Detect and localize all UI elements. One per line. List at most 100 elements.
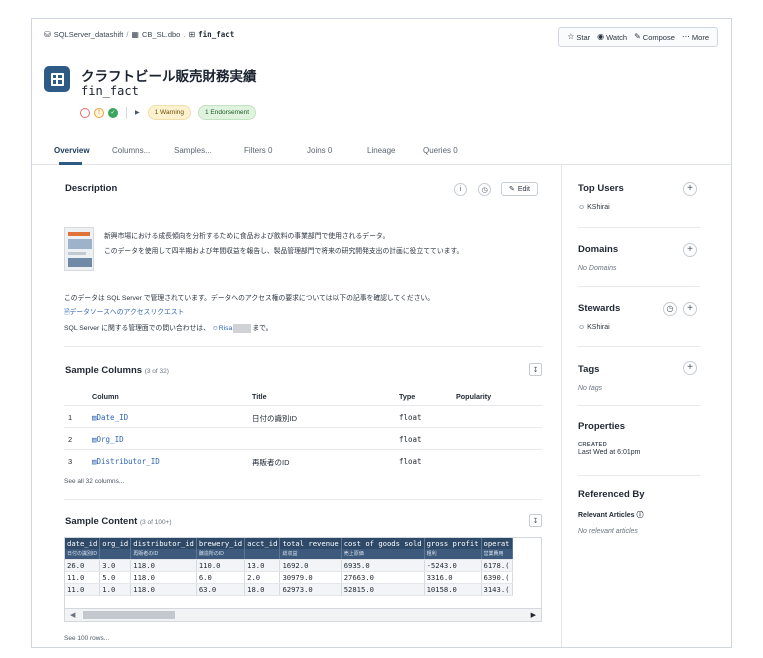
sidebar-divider bbox=[578, 405, 700, 406]
content-header-cell[interactable]: org_id bbox=[99, 538, 132, 549]
download-icon[interactable]: ↧ bbox=[529, 514, 542, 527]
relevant-articles-text: Relevant Articles bbox=[578, 512, 635, 519]
pencil-icon: ✎ bbox=[634, 32, 641, 41]
contact-suffix: まで。 bbox=[252, 325, 273, 332]
user-icon: ☺ bbox=[211, 325, 219, 332]
app-window: ⛁ SQLServer_datashift / ▦ CB_SL.dbo . ⊞ … bbox=[31, 18, 732, 648]
column-name-link[interactable]: ▤Distributor_ID bbox=[92, 457, 160, 466]
content-subheader-cell: 粗利 bbox=[424, 549, 482, 560]
watch-button[interactable]: ◉ Watch bbox=[597, 33, 627, 42]
endorsed-status-icon[interactable]: ✓ bbox=[108, 107, 118, 118]
tags-empty: No tags bbox=[578, 385, 603, 392]
column-name: Date_ID bbox=[96, 413, 129, 422]
content-header-cell[interactable]: distributor_id bbox=[130, 538, 197, 549]
scroll-left-icon[interactable]: ◀ bbox=[70, 611, 75, 619]
row-number: 2 bbox=[68, 435, 73, 444]
content-cell: 3316.0 bbox=[424, 571, 482, 584]
history-icon[interactable]: ◷ bbox=[478, 183, 491, 196]
column-title: 再販者のID bbox=[252, 458, 290, 467]
content-subheader-cell: 醸造所のID bbox=[196, 549, 246, 560]
content-header-cell[interactable]: acct_id bbox=[244, 538, 281, 549]
steward-history-icon[interactable]: ◷ bbox=[663, 302, 677, 316]
header-column: Column bbox=[92, 392, 119, 401]
sample-content-table[interactable]: date_id org_id distributor_id brewery_id… bbox=[64, 537, 542, 609]
add-tag-button[interactable]: + bbox=[683, 361, 697, 375]
tab-joins[interactable]: Joins 0 bbox=[307, 146, 332, 155]
table-row[interactable]: 3 ▤Distributor_ID 再販者のID float bbox=[64, 449, 542, 471]
breadcrumb-separator: / bbox=[126, 30, 129, 39]
column-name-link[interactable]: ▤Date_ID bbox=[92, 413, 128, 422]
more-button[interactable]: ⋯ More bbox=[682, 33, 709, 42]
user-icon: ☺ bbox=[578, 204, 586, 211]
contact-user-link[interactable]: ☺Risa bbox=[212, 325, 233, 332]
content-cell: 11.0 bbox=[65, 583, 101, 596]
content-subheader-row: 日付の識別ID 再販者のID 醸造所のID 総収益 売上原価 粗利 営業費用 bbox=[65, 549, 513, 560]
content-header-cell[interactable]: brewery_id bbox=[196, 538, 246, 549]
info-icon[interactable]: ⓘ bbox=[637, 512, 644, 519]
table-row: 11.0 1.0 118.0 63.0 18.0 62973.0 52815.0… bbox=[65, 583, 513, 596]
add-steward-button[interactable]: + bbox=[683, 302, 697, 316]
breadcrumb-source[interactable]: SQLServer_datashift bbox=[54, 30, 124, 39]
header-title: Title bbox=[252, 392, 267, 401]
content-subheader-cell: 日付の識別ID bbox=[65, 549, 101, 560]
content-cell: 63.0 bbox=[196, 583, 246, 596]
access-request-label: データソースへのアクセスリクエスト bbox=[69, 309, 185, 316]
content-cell: 11.0 bbox=[65, 571, 101, 584]
scrollbar-thumb[interactable] bbox=[83, 611, 175, 619]
warning-badge[interactable]: 1 Warning bbox=[147, 105, 192, 120]
content-subheader-cell: 総収益 bbox=[279, 549, 342, 560]
content-cell: 27663.0 bbox=[341, 571, 425, 584]
star-button[interactable]: ☆ Star bbox=[567, 33, 590, 42]
add-domain-button[interactable]: + bbox=[683, 243, 697, 257]
edit-button[interactable]: ✎ Edit bbox=[501, 182, 538, 196]
breadcrumb-schema[interactable]: CB_SL.dbo bbox=[142, 30, 180, 39]
database-icon: ⛁ bbox=[44, 29, 51, 39]
content-header-cell[interactable]: total revenue bbox=[279, 538, 342, 549]
expand-triangle-icon[interactable]: ▶ bbox=[135, 109, 140, 116]
tab-columns[interactable]: Columns... bbox=[112, 146, 150, 155]
content-header-cell[interactable]: operat bbox=[481, 538, 513, 549]
sidebar-divider bbox=[578, 475, 700, 476]
access-request-link[interactable]: 🗎データソースへのアクセスリクエスト bbox=[64, 306, 184, 319]
content-header-cell[interactable]: gross profit bbox=[424, 538, 482, 549]
column-name-link[interactable]: ▤Org_ID bbox=[92, 435, 124, 444]
horizontal-scrollbar[interactable]: ◀ ▶ bbox=[64, 609, 542, 622]
more-label: More bbox=[691, 32, 709, 42]
see-all-columns-link[interactable]: See all 32 columns... bbox=[64, 478, 124, 485]
content-header-cell[interactable]: date_id bbox=[65, 538, 101, 549]
breadcrumb-table[interactable]: fin_fact bbox=[198, 30, 234, 39]
compose-button[interactable]: ✎ Compose bbox=[634, 33, 675, 42]
top-user-item[interactable]: ☺ KShirai bbox=[578, 204, 700, 211]
table-row[interactable]: 2 ▤Org_ID float bbox=[64, 427, 542, 449]
see-rows-link[interactable]: See 100 rows... bbox=[64, 635, 109, 642]
header-actions: ☆ Star ◉ Watch ✎ Compose ⋯ More bbox=[558, 27, 718, 47]
tags-section: Tags No tags bbox=[578, 364, 700, 392]
content-subheader-cell: 営業費用 bbox=[481, 549, 513, 560]
tab-lineage[interactable]: Lineage bbox=[367, 146, 395, 155]
endorsement-badge[interactable]: 1 Endorsement bbox=[198, 105, 257, 120]
eye-icon: ◉ bbox=[597, 32, 605, 41]
contact-user-name: Risa bbox=[218, 325, 233, 332]
tab-bar: Overview Columns... Samples... Filters 0… bbox=[32, 139, 731, 165]
contact-prefix: SQL Server に関する管理面での問い合わせは、 bbox=[64, 325, 210, 332]
scroll-right-icon[interactable]: ▶ bbox=[531, 611, 536, 619]
tab-samples[interactable]: Samples... bbox=[174, 146, 212, 155]
domains-title: Domains bbox=[578, 244, 619, 255]
content-header-cell[interactable]: cost of goods sold bbox=[341, 538, 425, 549]
domains-empty: No Domains bbox=[578, 265, 617, 272]
column-title: 日付の識別ID bbox=[252, 414, 297, 423]
referenced-by-title: Referenced By bbox=[578, 489, 645, 500]
content-cell: 118.0 bbox=[130, 559, 197, 572]
steward-item[interactable]: ☺ KShirai bbox=[578, 324, 700, 331]
warning-status-icon[interactable]: ! bbox=[94, 107, 104, 118]
info-icon[interactable]: i bbox=[454, 183, 467, 196]
steward-name: KShirai bbox=[587, 324, 610, 331]
add-top-user-button[interactable]: + bbox=[683, 182, 697, 196]
table-row[interactable]: 1 ▤Date_ID 日付の識別ID float bbox=[64, 405, 542, 427]
referenced-by-section: Referenced By Relevant Articles ⓘ No rel… bbox=[578, 489, 700, 535]
tab-overview[interactable]: Overview bbox=[54, 146, 90, 155]
tab-queries[interactable]: Queries 0 bbox=[423, 146, 458, 155]
tab-filters[interactable]: Filters 0 bbox=[244, 146, 272, 155]
download-icon[interactable]: ↧ bbox=[529, 363, 542, 376]
deprecated-status-icon[interactable] bbox=[80, 107, 90, 118]
